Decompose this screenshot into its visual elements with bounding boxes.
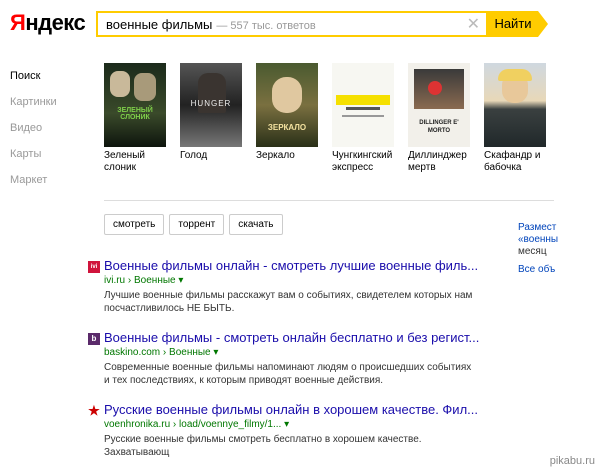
result-title[interactable]: Военные фильмы онлайн - смотреть лучшие …: [104, 258, 494, 273]
result-title[interactable]: Русские военные фильмы онлайн в хорошем …: [104, 402, 494, 417]
search-input[interactable]: военные фильмы — 557 тыс. ответов ✕: [96, 11, 488, 37]
tag-download[interactable]: скачать: [229, 214, 283, 235]
logo-letter: Я: [10, 10, 26, 35]
watermark: pikabu.ru: [549, 455, 595, 467]
baskino-favicon-icon: b: [88, 333, 100, 345]
search-query: военные фильмы — 557 тыс. ответов: [106, 17, 316, 32]
yandex-logo[interactable]: Яндекс: [10, 10, 86, 36]
search-result: b Военные фильмы - смотреть онлайн беспл…: [88, 330, 508, 387]
movie-card[interactable]: DILLINGER E' MORTO Диллинджер мертв: [408, 63, 470, 174]
nav-item-maps[interactable]: Карты: [10, 148, 57, 174]
movie-card[interactable]: Скафандр и бабочка: [484, 63, 546, 174]
movie-title[interactable]: Чунгкингский экспресс: [332, 150, 394, 174]
logo-text: ндекс: [25, 10, 86, 35]
search-result: ★ Русские военные фильмы онлайн в хороше…: [88, 402, 508, 459]
poster-label: DILLINGER E' MORTO: [419, 120, 459, 134]
movie-poster[interactable]: ЗЕРКАЛО: [256, 63, 318, 147]
ad-line[interactable]: «военны: [518, 234, 558, 246]
movie-poster[interactable]: DILLINGER E' MORTO: [408, 63, 470, 147]
result-snippet: Лучшие военные фильмы расскажут вам о со…: [104, 290, 473, 314]
tag-torrent[interactable]: торрент: [169, 214, 225, 235]
ad-line: месяц: [518, 246, 547, 257]
result-url[interactable]: voenhronika.ru › load/voennye_filmy/1...…: [104, 419, 508, 430]
nav-item-video[interactable]: Видео: [10, 122, 57, 148]
result-snippet: Современные военные фильмы напоминают лю…: [104, 362, 472, 386]
query-suggestions: смотреть торрент скачать: [104, 214, 288, 235]
movie-card[interactable]: Чунгкингский экспресс: [332, 63, 394, 174]
ad-line[interactable]: Размест: [518, 222, 558, 234]
movie-card[interactable]: HUNGER Голод: [180, 63, 242, 162]
result-url[interactable]: ivi.ru › Военные ▾: [104, 275, 508, 286]
result-title[interactable]: Военные фильмы - смотреть онлайн бесплат…: [104, 330, 494, 345]
movie-title[interactable]: Диллинджер мертв: [408, 150, 470, 174]
star-favicon-icon: ★: [88, 403, 100, 418]
search-nav: Поиск Картинки Видео Карты Маркет: [10, 70, 57, 200]
movie-card[interactable]: ЗЕРКАЛО Зеркало: [256, 63, 318, 162]
movie-title[interactable]: Голод: [180, 150, 242, 162]
divider: [104, 200, 554, 201]
ivi-favicon-icon: ivi: [88, 261, 100, 273]
movie-title[interactable]: Скафандр и бабочка: [484, 150, 546, 174]
find-button[interactable]: Найти: [488, 11, 548, 37]
movie-poster[interactable]: ЗЕЛЕНЫЙ СЛОНИК: [104, 63, 166, 147]
nav-item-images[interactable]: Картинки: [10, 96, 57, 122]
nav-item-search[interactable]: Поиск: [10, 70, 57, 96]
movie-card[interactable]: ЗЕЛЕНЫЙ СЛОНИК Зеленый слоник: [104, 63, 166, 174]
search-result: ivi Военные фильмы онлайн - смотреть луч…: [88, 258, 508, 315]
clear-icon[interactable]: ✕: [467, 14, 480, 34]
results-count: — 557 тыс. ответов: [216, 20, 316, 32]
movie-poster[interactable]: [332, 63, 394, 147]
all-ads-link[interactable]: Все объ: [518, 264, 558, 276]
movie-title[interactable]: Зеркало: [256, 150, 318, 162]
tag-watch[interactable]: смотреть: [104, 214, 165, 235]
poster-label: ЗЕЛЕНЫЙ СЛОНИК: [117, 107, 153, 121]
result-url[interactable]: baskino.com › Военные ▾: [104, 347, 508, 358]
poster-label: ЗЕРКАЛО: [267, 123, 307, 132]
poster-label: HUNGER: [190, 99, 232, 108]
movie-poster[interactable]: HUNGER: [180, 63, 242, 147]
movie-poster[interactable]: [484, 63, 546, 147]
nav-item-market[interactable]: Маркет: [10, 174, 57, 200]
movie-title[interactable]: Зеленый слоник: [104, 150, 166, 174]
result-snippet: Русские военные фильмы смотреть бесплатн…: [104, 434, 422, 458]
ad-promo[interactable]: Размест «военны месяц Все объ: [518, 222, 558, 276]
